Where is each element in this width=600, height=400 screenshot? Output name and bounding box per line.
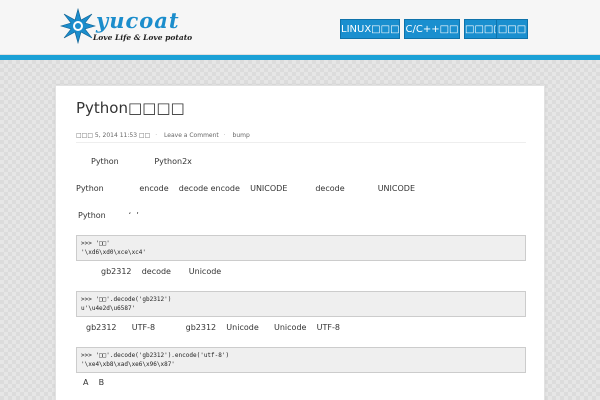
paragraph: A B xyxy=(83,378,105,387)
post-date[interactable]: □□□ 5, 2014 11:53 □□ xyxy=(76,132,150,139)
site-logo[interactable]: yucoat Love Life & Love potato xyxy=(60,8,210,48)
code-block: >>> '□□'.decode('gb2312').encode('utf-8'… xyxy=(76,347,526,373)
code-line: '\xe4\xb8\xad\xe6\x96\x87' xyxy=(81,361,175,368)
post-author[interactable]: bump xyxy=(233,132,250,139)
star-logo-icon xyxy=(60,8,96,44)
nav-item-linux[interactable]: LINUX□□□ xyxy=(340,19,400,39)
code-line: >>> '□□'.decode('gb2312').encode('utf-8'… xyxy=(81,352,230,359)
post-meta: □□□ 5, 2014 11:53 □□ · Leave a Comment ·… xyxy=(76,132,253,139)
site-header: yucoat Love Life & Love potato LINUX□□□ … xyxy=(0,0,600,55)
code-block: >>> '□□'.decode('gb2312') u'\u4e2d\u6587… xyxy=(76,291,526,317)
logo-name: yucoat xyxy=(96,8,180,33)
nav-item-cpp[interactable]: C/C++□□ xyxy=(404,19,460,39)
post-content: Python□□□□ □□□ 5, 2014 11:53 □□ · Leave … xyxy=(55,85,545,400)
paragraph: Python encode decode encode UNICODE deco… xyxy=(76,184,415,193)
paragraph: Python Python2x xyxy=(91,157,192,166)
code-line: >>> '□□' xyxy=(81,240,110,247)
paragraph: Python ʻ ʼ xyxy=(78,211,139,220)
header-accent-stripe xyxy=(0,55,600,60)
post-comments-link[interactable]: Leave a Comment xyxy=(164,132,219,139)
nav-item-3[interactable]: □□□□ xyxy=(464,19,500,39)
meta-divider xyxy=(76,142,526,143)
meta-separator: · xyxy=(223,132,226,139)
nav-item-4[interactable]: □□□ xyxy=(496,19,528,39)
paragraph: gb2312 decode Unicode xyxy=(101,267,222,276)
post-title[interactable]: Python□□□□ xyxy=(76,99,185,117)
code-line: '\xd6\xd0\xce\xc4' xyxy=(81,249,147,256)
paragraph: gb2312 UTF-8 gb2312 Unicode Unicode UTF-… xyxy=(86,323,340,332)
code-block: >>> '□□' '\xd6\xd0\xce\xc4' xyxy=(76,235,526,261)
code-line: u'\u4e2d\u6587' xyxy=(81,305,136,312)
meta-separator: · xyxy=(155,132,158,139)
logo-tagline: Love Life & Love potato xyxy=(93,33,193,42)
code-line: >>> '□□'.decode('gb2312') xyxy=(81,296,172,303)
